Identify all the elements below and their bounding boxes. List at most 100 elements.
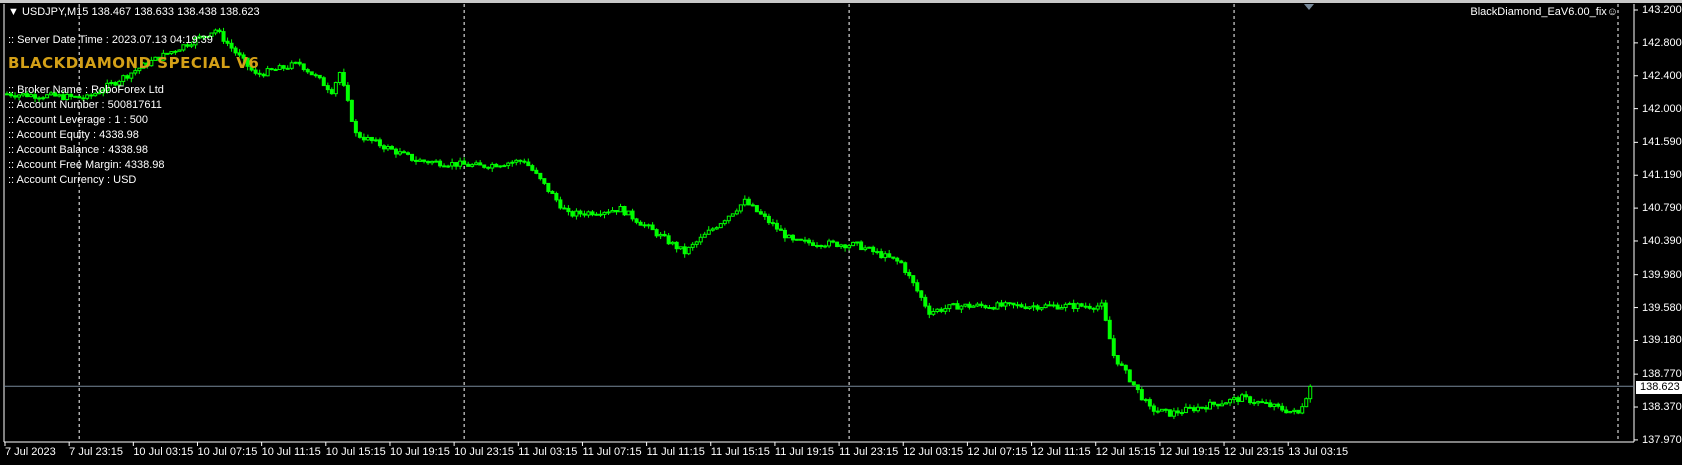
candle-body <box>121 75 126 82</box>
candle-body <box>670 241 675 245</box>
candle-body <box>550 190 555 194</box>
candle-body <box>414 159 419 162</box>
candle-body <box>1256 401 1261 404</box>
candle-body <box>265 68 270 77</box>
symbol-timeframe: USDJPY,M15 <box>21 6 89 18</box>
candle-body <box>778 228 783 231</box>
candle-body <box>983 305 988 309</box>
candle-body <box>770 222 775 225</box>
candle-body <box>389 146 394 150</box>
price-tick-label: 141.590 <box>1642 136 1682 149</box>
candle-body <box>919 290 924 298</box>
candle-body <box>1087 305 1092 309</box>
time-tick-label: 7 Jul 2023 <box>5 446 56 458</box>
candle-body <box>361 136 366 141</box>
candle-body <box>478 162 483 166</box>
candle-body <box>1272 403 1277 408</box>
candle-body <box>578 210 583 215</box>
candle-body <box>706 229 711 235</box>
candle-body <box>630 210 635 220</box>
candle-body <box>1304 398 1309 408</box>
candle-body <box>502 165 507 168</box>
candle-body <box>1135 384 1140 391</box>
candle-body <box>843 244 848 249</box>
candle-body <box>273 69 278 72</box>
candle-body <box>293 61 298 64</box>
time-tick-label: 12 Jul 03:15 <box>903 446 964 458</box>
candle-body <box>678 246 683 250</box>
candle-body <box>786 234 791 239</box>
candle-body <box>518 159 523 162</box>
candle-body <box>269 68 274 71</box>
candle-body <box>1288 410 1293 414</box>
candle-body <box>1155 410 1160 413</box>
candle-body <box>750 204 755 207</box>
candle-body <box>891 256 896 259</box>
candle-body <box>1212 401 1217 405</box>
candle-body <box>823 245 828 248</box>
candle-body <box>530 165 535 171</box>
candle-body <box>887 253 892 258</box>
time-tick-label: 13 Jul 03:15 <box>1288 446 1349 458</box>
candle-body <box>494 163 499 168</box>
candle-body <box>1023 306 1028 310</box>
candle-body <box>446 165 451 168</box>
price-tick-label: 140.790 <box>1642 202 1682 215</box>
candle-body <box>923 296 928 307</box>
candle-body <box>1199 406 1204 409</box>
price-tick-label: 142.400 <box>1642 69 1682 82</box>
candle-body <box>742 198 747 206</box>
time-tick-label: 12 Jul 11:15 <box>1031 446 1091 458</box>
candle-body <box>967 303 972 308</box>
candle-body <box>1095 305 1100 310</box>
account-free-margin: :: Account Free Margin: 4338.98 <box>8 159 165 171</box>
candle-body <box>907 271 912 277</box>
price-tick-label: 142.800 <box>1642 36 1682 49</box>
candle-body <box>1179 412 1184 415</box>
candle-body <box>129 72 134 79</box>
candle-body <box>955 303 960 310</box>
time-tick-label: 12 Jul 07:15 <box>967 446 1028 458</box>
candle-body <box>807 239 811 244</box>
candle-body <box>762 213 767 217</box>
candle-body <box>995 302 1000 310</box>
candle-body <box>317 74 322 79</box>
candle-body <box>682 246 687 255</box>
candle-body <box>498 165 503 168</box>
candle-body <box>754 205 759 213</box>
time-tick-label: 10 Jul 23:15 <box>454 446 515 458</box>
candle-body <box>666 235 671 245</box>
candle-body <box>766 215 771 224</box>
candle-body <box>1119 363 1124 366</box>
collapse-triangle-icon[interactable]: ▼ <box>8 6 19 18</box>
candle-body <box>1208 401 1212 410</box>
candle-body <box>510 161 515 164</box>
candle-body <box>690 243 695 248</box>
candle-body <box>341 72 346 86</box>
candle-body <box>1051 304 1056 307</box>
account-leverage: :: Account Leverage : 1 : 500 <box>8 114 149 126</box>
candle-body <box>1035 305 1040 310</box>
ea-label[interactable]: BlackDiamond_EaV6.00_fix☺ <box>1470 6 1618 19</box>
candle-body <box>819 244 824 248</box>
candle-body <box>971 305 976 308</box>
candle-body <box>377 139 382 147</box>
candle-body <box>1027 306 1032 310</box>
candle-body <box>1171 410 1176 417</box>
candle-body <box>606 211 611 214</box>
candle-body <box>574 210 579 217</box>
chart-shift-marker-icon <box>1304 4 1314 10</box>
candle-body <box>1220 403 1225 407</box>
candle-body <box>991 307 996 310</box>
candle-body <box>815 244 820 247</box>
candle-body <box>1284 409 1289 414</box>
candle-body <box>430 160 435 164</box>
candle-body <box>722 220 727 225</box>
chart-title: ▼ USDJPY,M15 138.467 138.633 138.438 138… <box>8 6 260 19</box>
candle-body <box>1276 403 1281 407</box>
candle-body <box>1240 394 1245 402</box>
candle-body <box>534 169 539 174</box>
time-tick-label: 12 Jul 15:15 <box>1095 446 1156 458</box>
candle-body <box>261 73 266 77</box>
candle-body <box>999 302 1004 307</box>
